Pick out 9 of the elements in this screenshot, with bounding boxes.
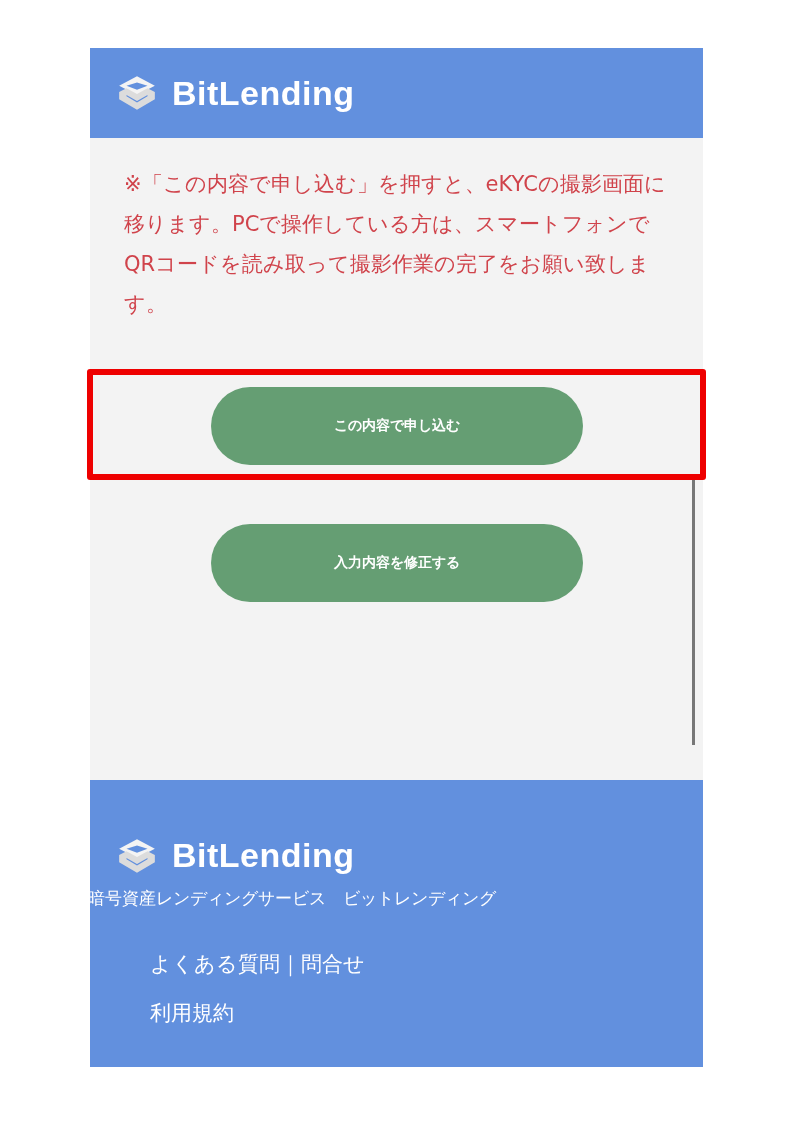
action-button[interactable]: この内容で申し込む <box>210 387 583 465</box>
layers-logo-icon <box>116 74 158 112</box>
footer-link[interactable]: 利用規約 <box>150 989 703 1038</box>
notice-text: ※「この内容で申し込む」を押すと、eKYCの撮影画面に移ります。PCで操作している方は、スマートフォンでQRコードを読み取って撮影作業の完了をお願い致します。 <box>124 171 667 318</box>
logo-text: BitLending <box>172 73 355 113</box>
logo-text: BitLending <box>172 836 355 875</box>
footer-link[interactable]: よくある質問｜問合せ <box>150 940 703 989</box>
layers-logo-icon <box>116 836 158 875</box>
action-button[interactable]: 入力内容を修正する <box>210 524 583 602</box>
